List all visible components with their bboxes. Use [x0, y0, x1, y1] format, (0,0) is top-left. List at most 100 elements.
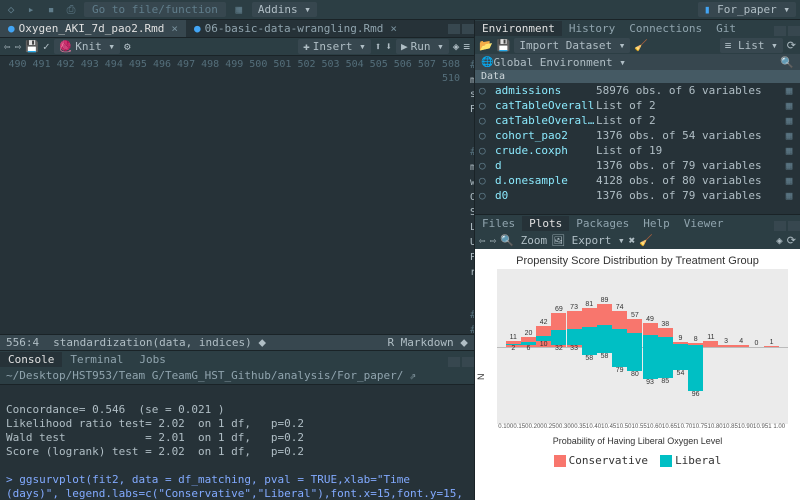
spellcheck-icon[interactable]: ✓	[43, 40, 50, 53]
list-button[interactable]: ≡ List ▾	[720, 38, 783, 53]
console-output[interactable]: Concordance= 0.546 (se = 0.021 ) Likelih…	[0, 385, 474, 500]
up-icon[interactable]: ⬆	[375, 40, 382, 53]
zoom-button[interactable]: 🔍 Zoom	[500, 234, 547, 247]
goto-input[interactable]: Go to file/function	[84, 2, 226, 17]
code-editor[interactable]: 490 491 492 493 494 495 496 497 498 499 …	[0, 56, 474, 334]
env-row[interactable]: ○catTableOverallList of 2▦	[475, 98, 800, 113]
tab-plots[interactable]: Plots	[522, 216, 569, 231]
knit-button[interactable]: 🧶 Knit ▾	[54, 39, 120, 54]
close-icon[interactable]: ×	[171, 22, 178, 35]
tab-environment[interactable]: Environment	[475, 21, 562, 36]
remove-plot-icon[interactable]: ✖	[629, 234, 636, 247]
gear-icon[interactable]: ⚙	[124, 40, 131, 53]
open-icon[interactable]: ▸	[24, 3, 38, 16]
expand-icon[interactable]: ○	[479, 114, 491, 127]
maximize-icon[interactable]	[788, 26, 800, 36]
back-icon[interactable]: ⇦	[4, 40, 11, 53]
minimize-icon[interactable]	[448, 357, 460, 367]
expand-icon[interactable]: ○	[479, 189, 491, 202]
legend-swatch-liberal	[660, 455, 672, 467]
maximize-icon[interactable]	[462, 24, 474, 34]
project-menu[interactable]: ▮ For_paper ▾	[698, 2, 796, 17]
outline-icon[interactable]: ≡	[463, 40, 470, 53]
env-row[interactable]: ○d.onesample4128 obs. of 80 variables▦	[475, 173, 800, 188]
save-icon[interactable]: ▪	[44, 3, 58, 16]
chunk-label[interactable]: standardization(data, indices) ⬥	[47, 336, 272, 350]
grid-icon[interactable]: ▦	[232, 3, 246, 16]
popout-icon[interactable]: ⇗	[409, 369, 416, 382]
new-file-icon[interactable]: ◇	[4, 3, 18, 16]
expand-icon[interactable]: ○	[479, 174, 491, 187]
addins-button[interactable]: Addins ▾	[252, 2, 317, 17]
print-icon[interactable]: ⎙	[64, 3, 78, 17]
view-table-icon[interactable]: ▦	[782, 174, 796, 187]
load-icon[interactable]: 📂	[479, 39, 493, 52]
save-icon[interactable]: 💾	[497, 39, 511, 52]
down-icon[interactable]: ⬇	[385, 40, 392, 53]
publish-icon[interactable]: ◈	[776, 234, 783, 247]
export-button[interactable]: 🖼 Export ▾	[551, 234, 625, 247]
tab-help[interactable]: Help	[636, 216, 677, 231]
env-scope[interactable]: 🌐 Global Environment ▾🔍	[475, 54, 800, 70]
minimize-icon[interactable]	[774, 26, 786, 36]
env-row[interactable]: ○d01376 obs. of 79 variables▦	[475, 188, 800, 203]
next-plot-icon[interactable]: ⇨	[490, 234, 497, 247]
tab-viewer[interactable]: Viewer	[677, 216, 731, 231]
cursor-position: 556:4	[6, 336, 39, 349]
maximize-icon[interactable]	[788, 221, 800, 231]
clear-plots-icon[interactable]: 🧹	[639, 234, 653, 247]
tab-packages[interactable]: Packages	[569, 216, 636, 231]
env-row[interactable]: ○cohort_pao21376 obs. of 54 variables▦	[475, 128, 800, 143]
tab-history[interactable]: History	[562, 21, 622, 36]
view-table-icon[interactable]: ▦	[782, 114, 796, 127]
forward-icon[interactable]: ⇨	[15, 40, 22, 53]
maximize-icon[interactable]	[462, 357, 474, 367]
insert-button[interactable]: ✚ Insert ▾	[298, 39, 371, 54]
tab-files[interactable]: Files	[475, 216, 522, 231]
main-toolbar: ◇ ▸ ▪ ⎙ Go to file/function ▦ Addins ▾ ▮…	[0, 0, 800, 20]
tab-git[interactable]: Git	[709, 21, 743, 36]
env-row[interactable]: ○catTableOveral…List of 2▦	[475, 113, 800, 128]
expand-icon[interactable]: ○	[479, 84, 491, 97]
expand-icon[interactable]: ○	[479, 99, 491, 112]
minimize-icon[interactable]	[774, 221, 786, 231]
close-icon[interactable]: ×	[390, 22, 397, 35]
editor-toolbar: ⇦ ⇨ 💾 ✓ 🧶 Knit ▾ ⚙ ✚ Insert ▾ ⬆ ⬇ ▶ Run …	[0, 38, 474, 56]
env-tabs: Environment History Connections Git	[475, 20, 800, 36]
tab-file-1[interactable]: ●Oxygen_AKI_7d_pao2.Rmd×	[0, 20, 186, 37]
tab-jobs[interactable]: Jobs	[131, 352, 174, 367]
view-table-icon[interactable]: ▦	[782, 159, 796, 172]
expand-icon[interactable]: ○	[479, 144, 491, 157]
tab-connections[interactable]: Connections	[622, 21, 709, 36]
view-table-icon[interactable]: ▦	[782, 99, 796, 112]
prev-plot-icon[interactable]: ⇦	[479, 234, 486, 247]
console-path: ~/Desktop/HST953/Team G/TeamG_HST_Github…	[0, 367, 474, 385]
expand-icon[interactable]: ○	[479, 129, 491, 142]
file-type[interactable]: R Markdown ⬥	[387, 336, 468, 350]
plot-tabs: Files Plots Packages Help Viewer	[475, 215, 800, 231]
refresh-icon[interactable]: ⟳	[787, 39, 796, 52]
run-button[interactable]: ▶ Run ▾	[396, 39, 449, 54]
view-table-icon[interactable]: ▦	[782, 129, 796, 142]
tab-file-2[interactable]: ●06-basic-data-wrangling.Rmd×	[186, 20, 405, 37]
import-button[interactable]: Import Dataset ▾	[514, 38, 630, 53]
x-axis-label: Probability of Having Liberal Oxygen Lev…	[475, 434, 800, 448]
refresh-icon[interactable]: ⟳	[787, 234, 796, 247]
tab-console[interactable]: Console	[0, 352, 62, 367]
broom-icon[interactable]: 🧹	[634, 39, 648, 52]
minimize-icon[interactable]	[448, 24, 460, 34]
env-toolbar: 📂 💾 Import Dataset ▾ 🧹 ≡ List ▾ ⟳	[475, 36, 800, 54]
publish-icon[interactable]: ◈	[453, 40, 460, 53]
console-tabs: Console Terminal Jobs	[0, 351, 474, 367]
legend-swatch-conservative	[554, 455, 566, 467]
env-row[interactable]: ○admissions58976 obs. of 6 variables▦	[475, 83, 800, 98]
tab-terminal[interactable]: Terminal	[62, 352, 131, 367]
env-row[interactable]: ○d1376 obs. of 79 variables▦	[475, 158, 800, 173]
view-table-icon[interactable]: ▦	[782, 84, 796, 97]
view-table-icon[interactable]: ▦	[782, 144, 796, 157]
save-icon[interactable]: 💾	[25, 40, 39, 53]
env-row[interactable]: ○crude.coxphList of 19▦	[475, 143, 800, 158]
view-table-icon[interactable]: ▦	[782, 189, 796, 202]
search-icon[interactable]: 🔍	[780, 56, 794, 69]
expand-icon[interactable]: ○	[479, 159, 491, 172]
